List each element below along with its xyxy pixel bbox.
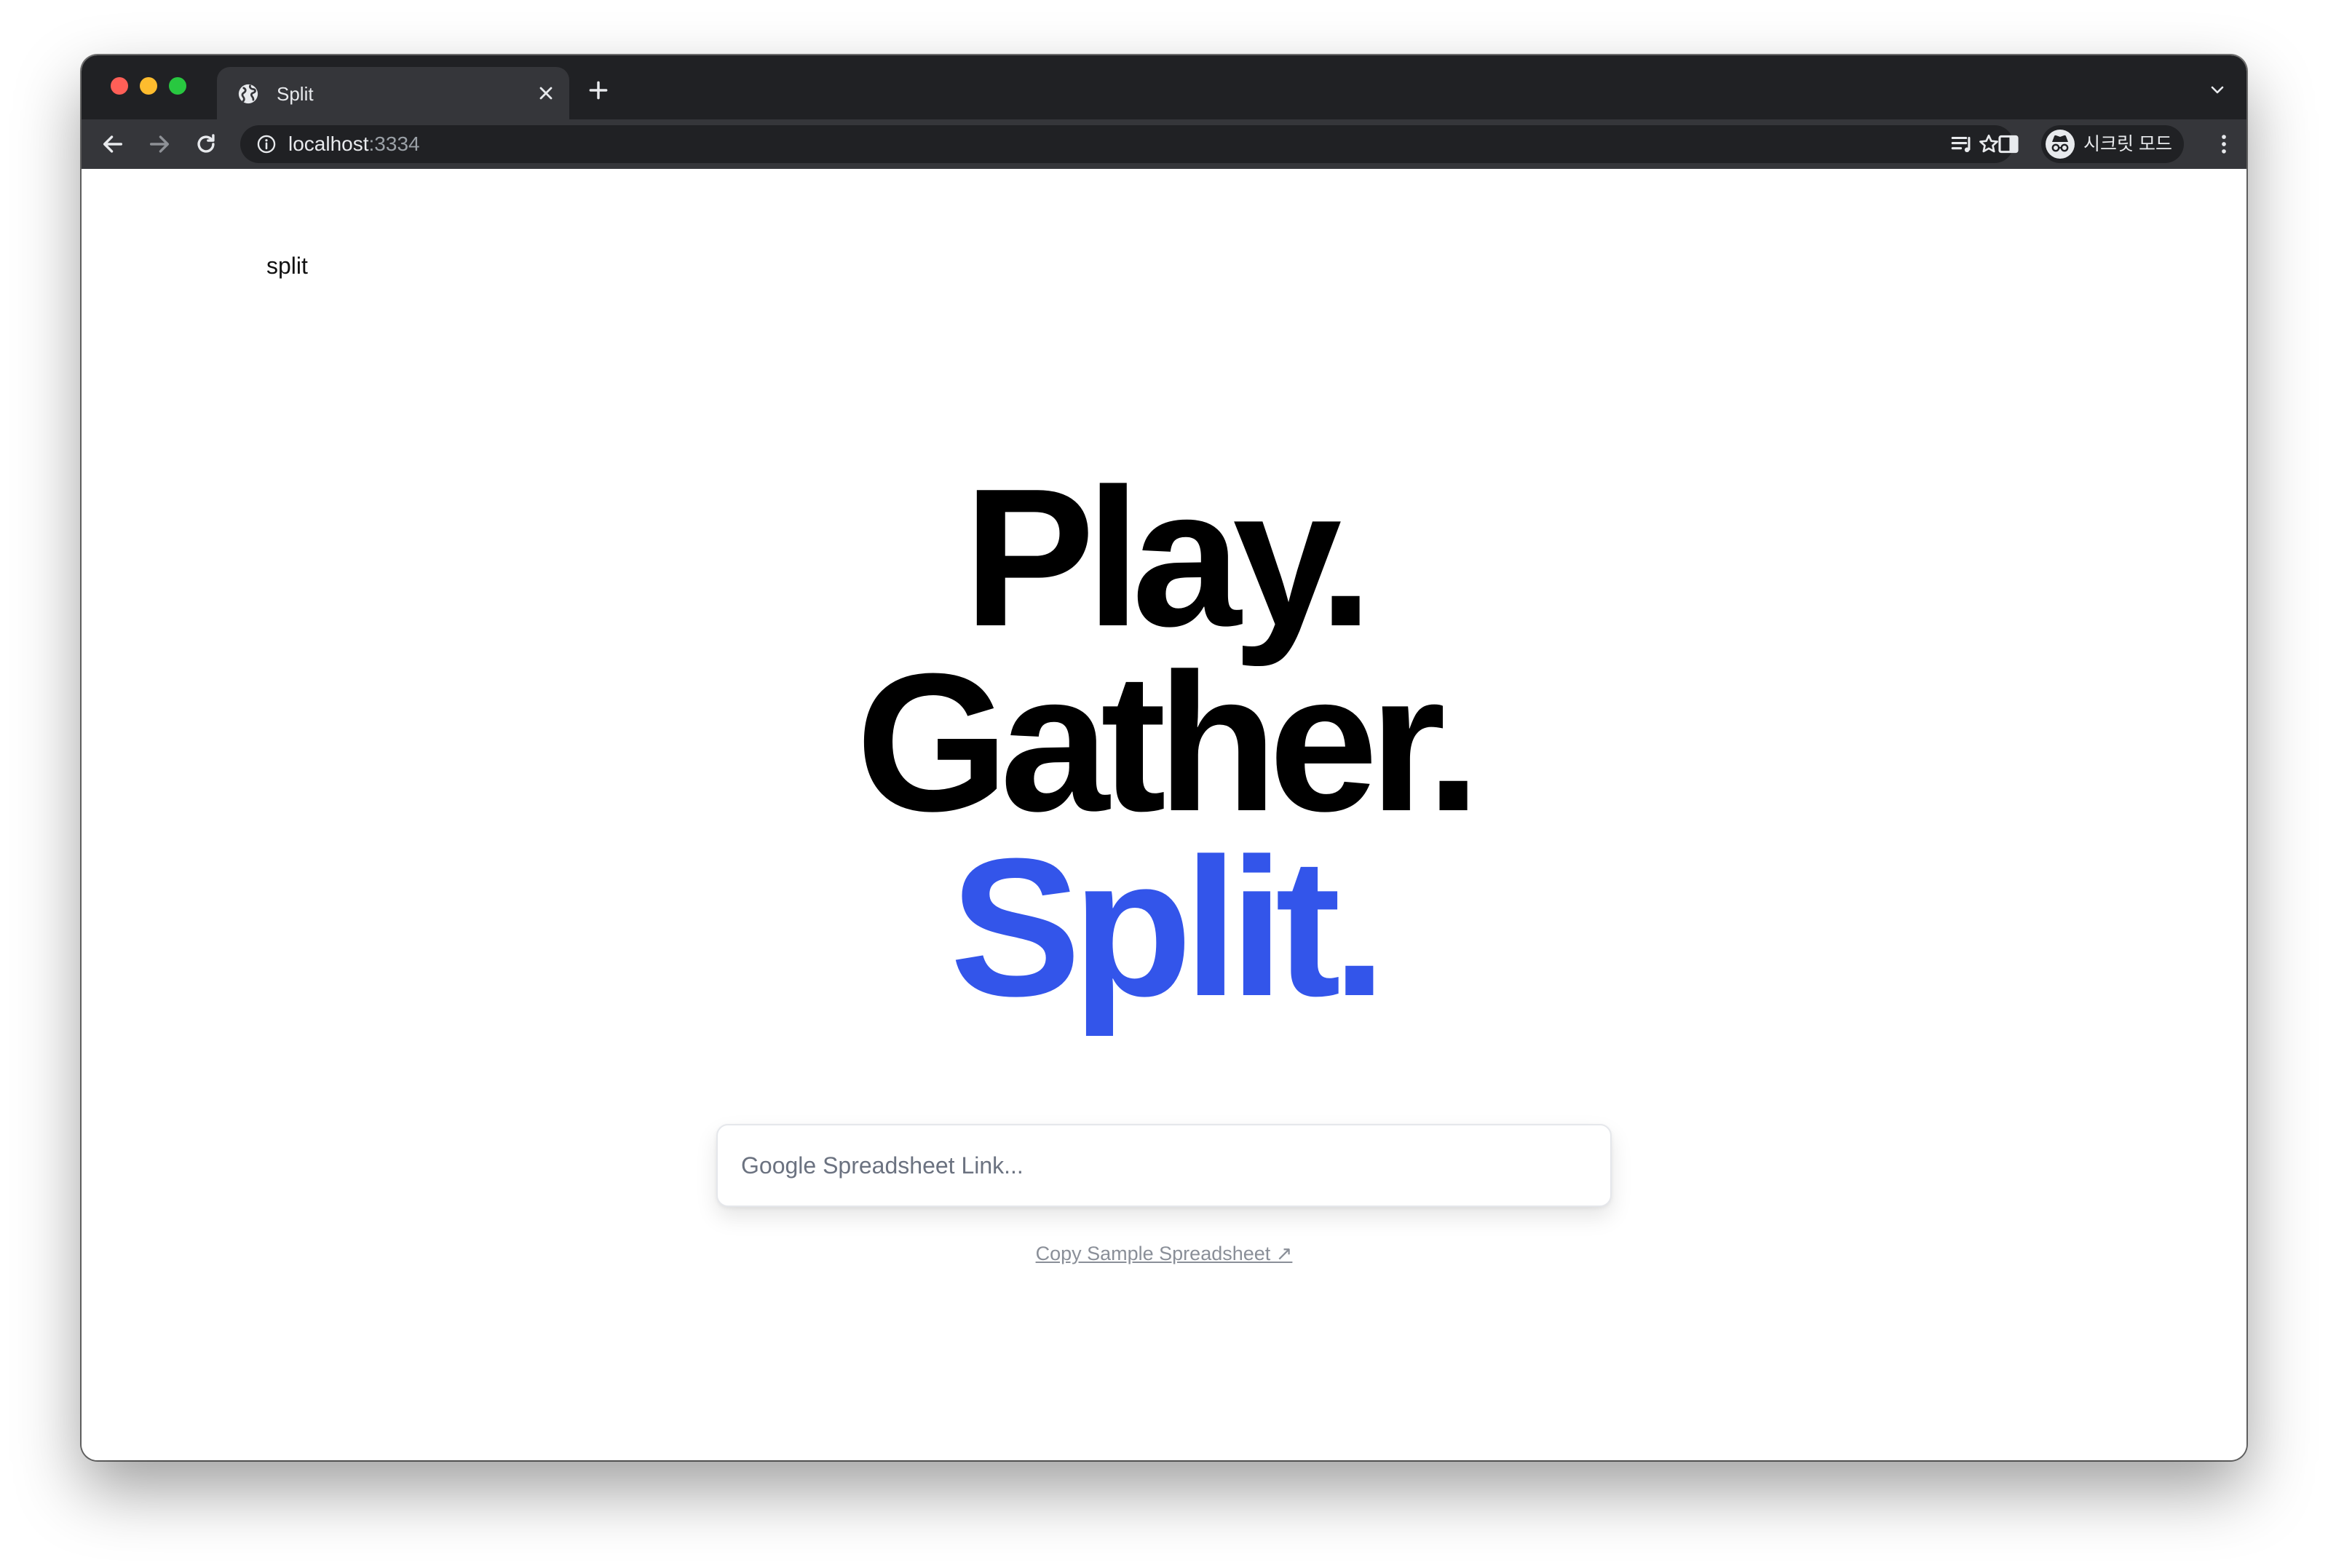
back-arrow-icon[interactable]	[100, 132, 125, 157]
chevron-down-icon[interactable]	[2209, 83, 2226, 98]
incognito-profile-button[interactable]: 시크릿 모드	[2041, 125, 2184, 163]
avatar	[2046, 130, 2075, 159]
address-url[interactable]: localhost:3334	[288, 133, 420, 155]
close-window-button[interactable]	[111, 77, 128, 95]
url-host: localhost	[288, 132, 369, 155]
headline-line-play: Play.	[963, 448, 1373, 668]
spreadsheet-link-field	[716, 1124, 1612, 1207]
close-icon[interactable]	[536, 83, 556, 103]
address-bar[interactable]: localhost:3334	[240, 125, 2014, 163]
incognito-icon	[2051, 135, 2069, 152]
headline-line-gather: Gather.	[855, 633, 1481, 852]
spreadsheet-link-input[interactable]	[718, 1125, 1610, 1205]
tab-title: Split	[277, 83, 314, 105]
side-panel-icon[interactable]	[1996, 132, 2021, 157]
plus-icon[interactable]	[587, 79, 610, 102]
browser-toolbar: localhost:3334 시크릿 모드	[82, 119, 2246, 169]
page-viewport: split Play. Gather. Split. Copy Sample S…	[82, 169, 2246, 1460]
info-icon[interactable]	[256, 134, 277, 154]
minimize-window-button[interactable]	[140, 77, 157, 95]
reading-list-icon[interactable]	[1949, 132, 1974, 157]
sample-link-row: Copy Sample Spreadsheet ↗	[82, 1242, 2246, 1265]
more-vert-icon[interactable]	[2212, 132, 2236, 157]
forward-arrow-icon[interactable]	[147, 132, 172, 157]
reload-icon[interactable]	[194, 132, 218, 157]
globe-icon	[238, 84, 258, 104]
browser-window: Split localhost:3334 시크릿 모드 split Play. …	[82, 55, 2246, 1460]
headline-line-split: Split.	[950, 818, 1387, 1037]
browser-titlebar: Split	[82, 55, 2246, 119]
maximize-window-button[interactable]	[169, 77, 186, 95]
copy-sample-spreadsheet-link[interactable]: Copy Sample Spreadsheet ↗	[1036, 1243, 1293, 1264]
brand-logo-text[interactable]: split	[266, 252, 308, 280]
profile-label: 시크릿 모드	[2083, 134, 2172, 154]
url-port: :3334	[368, 132, 420, 155]
browser-tab-split[interactable]: Split	[217, 67, 569, 119]
